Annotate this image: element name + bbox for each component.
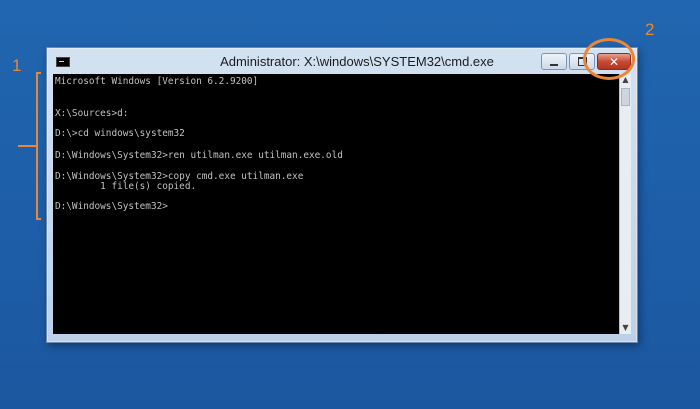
console-line: D:\Windows\System32>ren utilman.exe util… [55, 150, 343, 161]
vertical-scrollbar[interactable]: ▲ ▼ [619, 74, 631, 334]
scroll-down-icon[interactable]: ▼ [620, 322, 631, 334]
console-line: Microsoft Windows [Version 6.2.9200] [55, 76, 259, 87]
minimize-button[interactable] [541, 53, 567, 70]
annotation-label-2: 2 [645, 20, 655, 39]
scroll-thumb[interactable] [621, 88, 630, 106]
console-line: D:\>cd windows\system32 [55, 128, 185, 139]
annotation-bracket-tick [18, 145, 36, 147]
annotation-bracket [36, 72, 41, 220]
minimize-icon [550, 63, 558, 66]
annotation-label-1: 1 [12, 56, 22, 75]
cmd-window[interactable]: Administrator: X:\windows\SYSTEM32\cmd.e… [46, 47, 638, 343]
annotation-circle [583, 38, 635, 80]
title-bar[interactable]: Administrator: X:\windows\SYSTEM32\cmd.e… [47, 48, 637, 74]
console-line: D:\Windows\System32> [55, 201, 168, 212]
console-line: 1 file(s) copied. [55, 181, 197, 192]
console-output[interactable]: Microsoft Windows [Version 6.2.9200] X:\… [53, 74, 619, 334]
console-line: X:\Sources>d: [55, 108, 129, 119]
